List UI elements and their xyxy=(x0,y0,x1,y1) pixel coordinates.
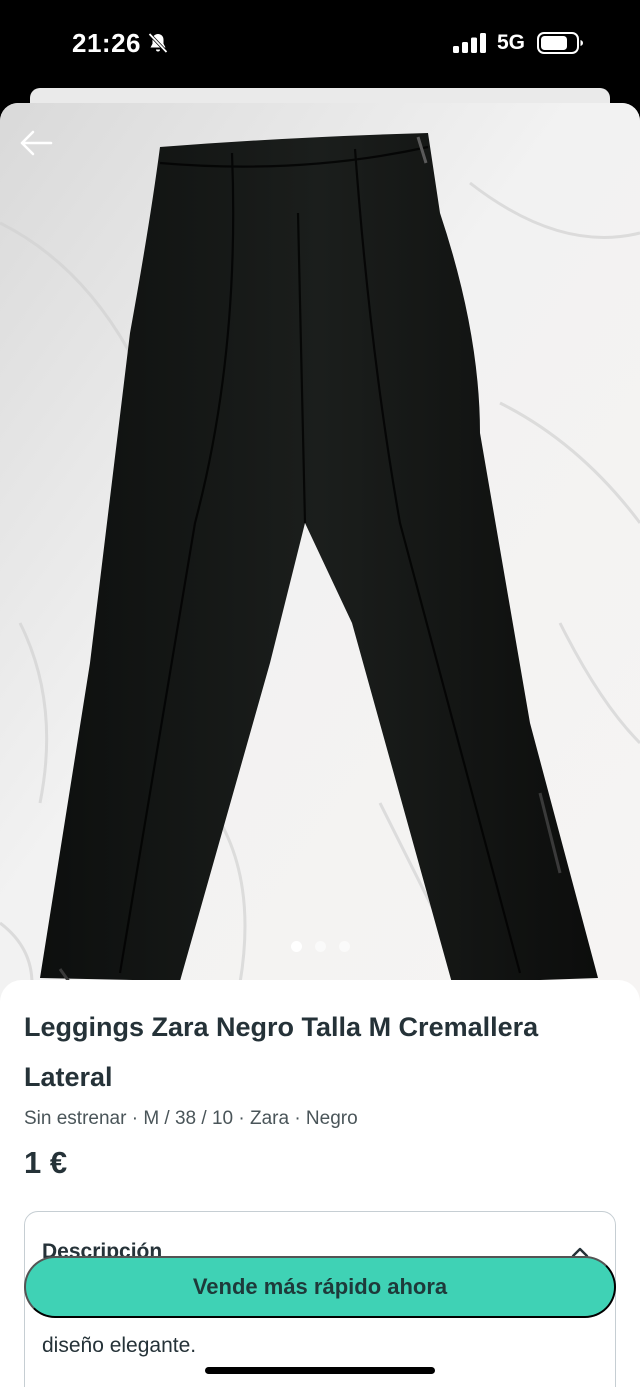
back-arrow-icon[interactable] xyxy=(16,125,56,161)
carousel-pagination xyxy=(0,941,640,957)
product-details-panel: Leggings Zara Negro Talla M Cremallera L… xyxy=(0,980,640,1387)
home-indicator xyxy=(205,1367,435,1374)
status-bar: 21:26 5G xyxy=(0,0,640,88)
carousel-dot-1[interactable] xyxy=(290,941,302,952)
signal-icon xyxy=(453,33,486,53)
bell-slash-icon xyxy=(148,32,168,54)
network-label: 5G xyxy=(497,31,526,54)
product-photo-carousel[interactable] xyxy=(0,103,640,1003)
product-title: Leggings Zara Negro Talla M Cremallera L… xyxy=(24,1012,539,1092)
sell-faster-button[interactable]: Vende más rápido ahora xyxy=(24,1256,616,1318)
description-text: diseño elegante. xyxy=(42,1334,197,1357)
carousel-dot-3[interactable] xyxy=(338,941,350,952)
battery-icon xyxy=(537,32,583,54)
product-photo xyxy=(0,103,640,1003)
product-attributes: Sin estrenar · M / 38 / 10 · Zara · Negr… xyxy=(24,1108,358,1129)
product-price: 1 € xyxy=(24,1145,68,1180)
status-time: 21:26 xyxy=(72,28,141,58)
carousel-dot-2[interactable] xyxy=(314,941,326,952)
